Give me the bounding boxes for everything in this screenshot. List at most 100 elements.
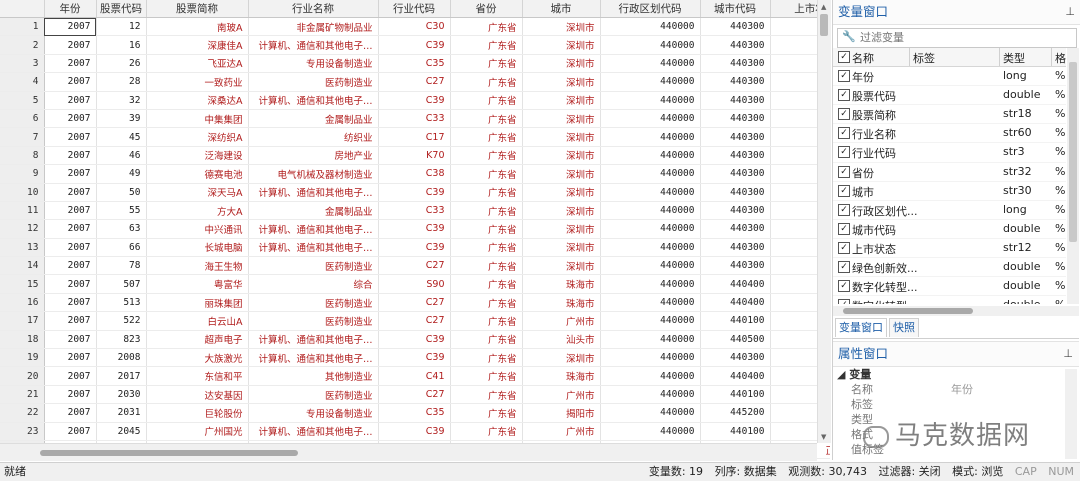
table-cell[interactable]: 440300	[700, 72, 771, 92]
table-cell[interactable]: 445200	[700, 403, 771, 423]
table-cell[interactable]: 深圳市	[522, 164, 601, 184]
table-cell[interactable]: 深圳市	[522, 109, 601, 129]
table-cell[interactable]: 513	[96, 293, 147, 313]
table-cell[interactable]: 揭阳市	[522, 403, 601, 423]
table-cell[interactable]: 广东省	[450, 366, 523, 386]
table-cell[interactable]: 440300	[700, 164, 771, 184]
table-row[interactable]: 19 2007 2008 大族激光 计算机、通信和其他电子… C39 广东省 深圳市 44000…	[0, 348, 830, 368]
variable-checkbox[interactable]: ✓	[838, 241, 850, 254]
table-cell[interactable]: 440100	[700, 385, 771, 405]
row-number[interactable]: 2	[0, 35, 45, 55]
table-cell[interactable]: 440300	[700, 54, 771, 74]
table-cell[interactable]: C39	[378, 35, 451, 55]
table-cell[interactable]: C27	[378, 72, 451, 92]
table-cell[interactable]: 纺织业	[248, 127, 379, 147]
properties-vertical-scrollbar[interactable]	[1065, 369, 1077, 459]
table-cell[interactable]: 28	[96, 72, 147, 92]
table-cell[interactable]: 2008	[96, 348, 147, 368]
table-cell[interactable]: 2007	[44, 293, 97, 313]
column-header[interactable]: 股票简称	[146, 0, 249, 18]
table-cell[interactable]: 12	[96, 17, 147, 37]
table-cell[interactable]: 2007	[44, 54, 97, 74]
table-cell[interactable]: 440000	[600, 183, 701, 202]
table-cell[interactable]: 2007	[44, 91, 97, 110]
table-cell[interactable]: C38	[378, 164, 451, 184]
filter-input[interactable]	[858, 30, 1062, 45]
header-name[interactable]: 名称	[852, 50, 874, 66]
table-cell[interactable]: 46	[96, 146, 147, 166]
table-row[interactable]: 1200712南玻A非金属矿物制品业C30广东省深圳市440000440300正…	[0, 17, 830, 37]
variable-checkbox[interactable]: ✓	[838, 203, 850, 216]
table-cell[interactable]: 医药制造业	[248, 385, 379, 405]
table-cell[interactable]: 计算机、通信和其他电子…	[248, 330, 379, 350]
table-cell[interactable]: 金属制品业	[248, 201, 379, 221]
data-grid[interactable]: 年份 股票代码 股票简称 行业名称 行业代码 省份 城市 行政区划代码 城市代码…	[0, 0, 830, 460]
table-cell[interactable]: C33	[378, 109, 451, 129]
table-cell[interactable]: 深圳市	[522, 256, 601, 276]
table-cell[interactable]: 440000	[600, 54, 701, 74]
table-cell[interactable]: C39	[378, 183, 451, 202]
table-cell[interactable]: 440300	[700, 238, 771, 258]
row-number[interactable]: 6	[0, 109, 45, 129]
variable-checkbox[interactable]: ✓	[838, 165, 850, 178]
table-cell[interactable]: 2007	[44, 330, 97, 350]
table-cell[interactable]: 白云山A	[146, 311, 249, 331]
table-cell[interactable]: 深圳市	[522, 348, 601, 368]
pin-icon[interactable]: ⊥	[1065, 0, 1075, 24]
table-cell[interactable]: 2007	[44, 238, 97, 258]
scroll-thumb[interactable]	[820, 14, 828, 36]
table-cell[interactable]: 440000	[600, 164, 701, 184]
column-header[interactable]: 省份	[450, 0, 523, 18]
scroll-thumb[interactable]	[40, 450, 298, 456]
table-cell[interactable]: 440300	[700, 219, 771, 239]
table-cell[interactable]: 房地产业	[248, 146, 379, 166]
table-cell[interactable]: 49	[96, 164, 147, 184]
table-cell[interactable]: 东信和平	[146, 366, 249, 386]
table-cell[interactable]: 广东省	[450, 146, 523, 166]
variable-row[interactable]: ✓ 年份 long%	[833, 67, 1066, 87]
table-cell[interactable]: 78	[96, 256, 147, 276]
table-row[interactable]: 6200739中集集团金属制品业C33广东省深圳市440000440300正常	[0, 109, 830, 129]
tab-snapshot[interactable]: 快照	[889, 318, 919, 337]
data-table[interactable]: 年份 股票代码 股票简称 行业名称 行业代码 省份 城市 行政区划代码 城市代码…	[0, 0, 830, 460]
table-cell[interactable]: 440000	[600, 256, 701, 276]
table-cell[interactable]: 医药制造业	[248, 293, 379, 313]
table-cell[interactable]: 广东省	[450, 91, 523, 110]
table-cell[interactable]: 2007	[44, 422, 97, 441]
table-cell[interactable]: 440000	[600, 201, 701, 221]
scroll-up-icon[interactable]: ▲	[821, 3, 826, 11]
table-cell[interactable]: 深圳市	[522, 146, 601, 166]
variable-row[interactable]: ✓ 行业代码 str3%	[833, 143, 1066, 163]
table-cell[interactable]: 深康佳A	[146, 35, 249, 55]
table-cell[interactable]: 深圳市	[522, 91, 601, 110]
table-cell[interactable]: 南玻A	[146, 17, 249, 37]
table-cell[interactable]: 计算机、通信和其他电子…	[248, 35, 379, 55]
variable-row[interactable]: ✓ 城市代码 double%	[833, 220, 1066, 239]
table-cell[interactable]: 440300	[700, 17, 771, 37]
table-cell[interactable]: 440000	[600, 35, 701, 55]
table-cell[interactable]: 2007	[44, 219, 97, 239]
row-number[interactable]: 12	[0, 219, 45, 239]
table-cell[interactable]: 海王生物	[146, 256, 249, 276]
row-number[interactable]: 23	[0, 422, 45, 441]
column-header[interactable]: 城市代码	[700, 0, 771, 18]
table-row[interactable]: 18 2007 823 超声电子 计算机、通信和其他电子… C39 广东省 汕头市 440000…	[0, 330, 830, 350]
table-cell[interactable]: C27	[378, 385, 451, 405]
variables-vertical-scrollbar[interactable]	[1067, 48, 1079, 304]
row-number[interactable]: 16	[0, 293, 45, 313]
table-cell[interactable]: 2030	[96, 385, 147, 405]
table-cell[interactable]: C35	[378, 54, 451, 74]
table-cell[interactable]: 440400	[700, 293, 771, 313]
table-cell[interactable]: 440000	[600, 238, 701, 258]
table-cell[interactable]: 中集集团	[146, 109, 249, 129]
table-cell[interactable]: 2007	[44, 348, 97, 368]
row-number[interactable]: 13	[0, 238, 45, 258]
table-cell[interactable]: 大族激光	[146, 348, 249, 368]
variable-checkbox[interactable]: ✓	[838, 261, 850, 274]
table-cell[interactable]: 广州国光	[146, 422, 249, 441]
header-label[interactable]: 标签	[913, 50, 935, 66]
table-cell[interactable]: 深圳市	[522, 17, 601, 37]
table-row[interactable]: 152007507粤富华综合S90广东省珠海市440000440400正常	[0, 274, 830, 294]
table-cell[interactable]: 16	[96, 35, 147, 55]
table-cell[interactable]: 计算机、通信和其他电子…	[248, 219, 379, 239]
